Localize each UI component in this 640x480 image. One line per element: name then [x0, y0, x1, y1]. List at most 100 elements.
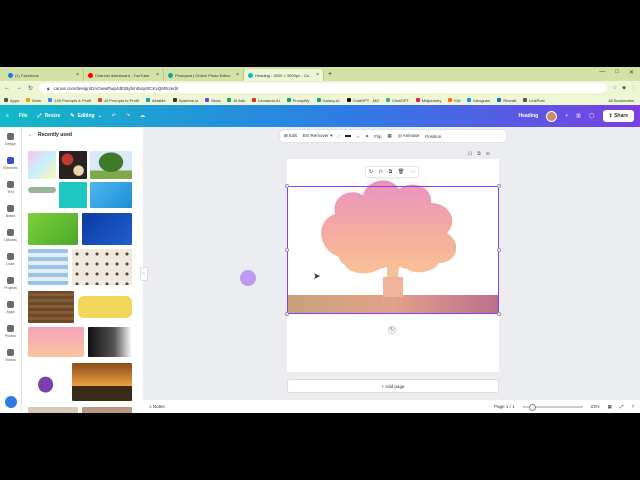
design-title[interactable]: Heading	[519, 113, 539, 119]
resize-handle[interactable]	[497, 312, 501, 316]
back-icon[interactable]: ←	[4, 85, 10, 91]
pen-icon[interactable]: ∕	[338, 134, 339, 139]
bookmark-item[interactable]: Galaxy.AI	[316, 98, 340, 103]
star-icon[interactable]: ☆	[613, 85, 617, 91]
extension-icon[interactable]: ◆	[622, 85, 626, 91]
edit-button[interactable]: ⊞ Edit	[284, 133, 297, 139]
rail-item-projects[interactable]: Projects	[0, 271, 21, 295]
rotate-handle-icon[interactable]: ↻	[388, 326, 396, 334]
thumb-tree[interactable]	[90, 151, 132, 179]
rail-item-elements[interactable]: Elements	[0, 151, 21, 175]
bookmark-item[interactable]: Work	[26, 98, 41, 103]
lock-page-icon[interactable]: ⊡	[468, 151, 472, 157]
thumb-iridescent[interactable]	[28, 151, 56, 179]
close-tab-icon[interactable]: ×	[76, 72, 79, 78]
thumb-green-glitter[interactable]	[28, 213, 78, 245]
browser-tab[interactable]: (1) Facebook ×	[4, 69, 84, 81]
undo-icon[interactable]: ↶	[112, 113, 116, 119]
bookmark-item[interactable]: AI Prompts to Profit	[98, 98, 139, 103]
position-button[interactable]: Position	[425, 134, 441, 139]
url-field[interactable]: 🔒︎ canva.com/design/DAGwwPwp4dE/BybmBxqs…	[39, 83, 607, 93]
thumb-pink-sky[interactable]	[28, 327, 84, 357]
browser-tab[interactable]: Photopea | Online Photo Editor ×	[164, 69, 244, 81]
menu-icon[interactable]: ⋮	[631, 85, 636, 91]
rail-item-videos[interactable]: Videos	[0, 343, 21, 367]
new-tab-icon[interactable]: +	[328, 71, 332, 78]
resize-menu[interactable]: ⤢ Resize	[38, 113, 61, 119]
lock-icon[interactable]: ⊓	[379, 169, 383, 175]
thumb-blue-glitter[interactable]	[90, 182, 132, 208]
analytics-icon[interactable]: ▥	[576, 113, 581, 119]
file-menu[interactable]: File	[19, 113, 28, 119]
fullscreen-icon[interactable]: ⤢	[620, 404, 624, 409]
thumb-dots[interactable]	[72, 249, 132, 285]
rail-item-apps[interactable]: Apps	[0, 295, 21, 319]
rail-item-photos[interactable]: Photos	[0, 319, 21, 343]
selection-box[interactable]	[285, 184, 501, 316]
thumb-portrait[interactable]	[82, 407, 132, 413]
resize-handle[interactable]	[497, 184, 501, 188]
thumb-teal[interactable]	[59, 182, 87, 208]
bookmark-item[interactable]: ChatGPT - MO	[346, 98, 379, 103]
all-bookmarks-button[interactable]: All Bookmarks	[608, 98, 640, 103]
rail-item-uploads[interactable]: Uploads	[0, 223, 21, 247]
resize-handle[interactable]	[285, 184, 289, 188]
bookmark-item[interactable]: ChatGPT	[386, 98, 409, 103]
hamburger-icon[interactable]: ≡	[6, 113, 9, 119]
thumb-navy-glitter[interactable]	[82, 213, 132, 245]
bookmark-item[interactable]: 100 Prompts & Profit	[48, 98, 91, 103]
page-counter[interactable]: Page 1 / 1	[494, 404, 515, 409]
thumb-brush-gray[interactable]	[28, 187, 56, 193]
more-icon[interactable]: ⋯	[410, 169, 415, 175]
avatar[interactable]	[546, 110, 558, 122]
editing-menu[interactable]: ✎ Editing ⌄	[70, 113, 101, 119]
magic-icon[interactable]	[5, 396, 17, 408]
notes-button[interactable]: ≡ Notes	[149, 404, 165, 409]
transparency-icon[interactable]: ▦	[388, 133, 392, 139]
help-icon[interactable]: ?	[631, 404, 634, 409]
reload-icon[interactable]: ↻	[28, 85, 33, 92]
bookmark-item[interactable]: Recraft	[497, 98, 516, 103]
resize-handle[interactable]	[497, 248, 501, 252]
resize-handle[interactable]	[285, 312, 289, 316]
back-arrow-icon[interactable]: ←	[28, 132, 33, 138]
rail-item-text[interactable]: Text	[0, 175, 21, 199]
thumb-floral[interactable]	[59, 151, 87, 179]
close-tab-icon[interactable]: ×	[156, 72, 159, 78]
thumb-stripes[interactable]	[28, 249, 68, 285]
bookmark-item[interactable]: Systeme.io	[172, 98, 198, 103]
rail-item-design[interactable]: Design	[0, 127, 21, 151]
bookmark-item[interactable]: AI Ads	[227, 98, 245, 103]
copy-icon[interactable]: ⧉	[389, 169, 393, 175]
border-style-icon[interactable]	[345, 135, 352, 137]
share-button[interactable]: ⇪ Share	[602, 110, 634, 122]
add-page-button[interactable]: + Add page	[287, 379, 499, 393]
resize-handle[interactable]	[285, 248, 289, 252]
corner-icon[interactable]: ⌐	[357, 134, 360, 139]
bookmark-item[interactable]: Apps	[4, 98, 19, 103]
grid-view-icon[interactable]: ▦	[608, 404, 612, 410]
animate-button[interactable]: ◎ Animate	[398, 133, 419, 139]
cloud-icon[interactable]: ☁	[140, 113, 145, 119]
add-page-icon[interactable]: ⊕	[486, 151, 490, 157]
zoom-slider[interactable]	[522, 403, 583, 411]
bookmark-item[interactable]: Midjourney	[415, 98, 441, 103]
thumb-sunset[interactable]	[72, 363, 132, 401]
bookmark-item[interactable]: Promptify	[286, 98, 310, 103]
collapse-panel-button[interactable]: ‹	[140, 267, 148, 281]
redo-icon[interactable]: ↷	[126, 113, 130, 119]
thumb-wood[interactable]	[28, 291, 74, 323]
add-collaborator-icon[interactable]: +	[565, 113, 568, 119]
crop-icon[interactable]: ⌗	[366, 134, 369, 139]
bookmark-item[interactable]: Mura	[205, 98, 220, 103]
bookmark-item[interactable]: Ideogram	[467, 98, 490, 103]
browser-tab[interactable]: Channel dashboard - YouTube ×	[84, 69, 164, 81]
rotate-icon[interactable]: ↻	[369, 169, 373, 175]
rail-item-draw[interactable]: Draw	[0, 247, 21, 271]
bookmark-item[interactable]: Leonardo.Ai	[252, 98, 280, 103]
bookmark-item[interactable]: LinkPost	[523, 98, 545, 103]
bookmark-item[interactable]: KM	[448, 98, 460, 103]
thumb-people[interactable]	[28, 407, 78, 413]
browser-tab[interactable]: Heading - 3000 × 3000px - Ca ×	[244, 69, 324, 81]
forward-icon[interactable]: →	[16, 85, 22, 91]
